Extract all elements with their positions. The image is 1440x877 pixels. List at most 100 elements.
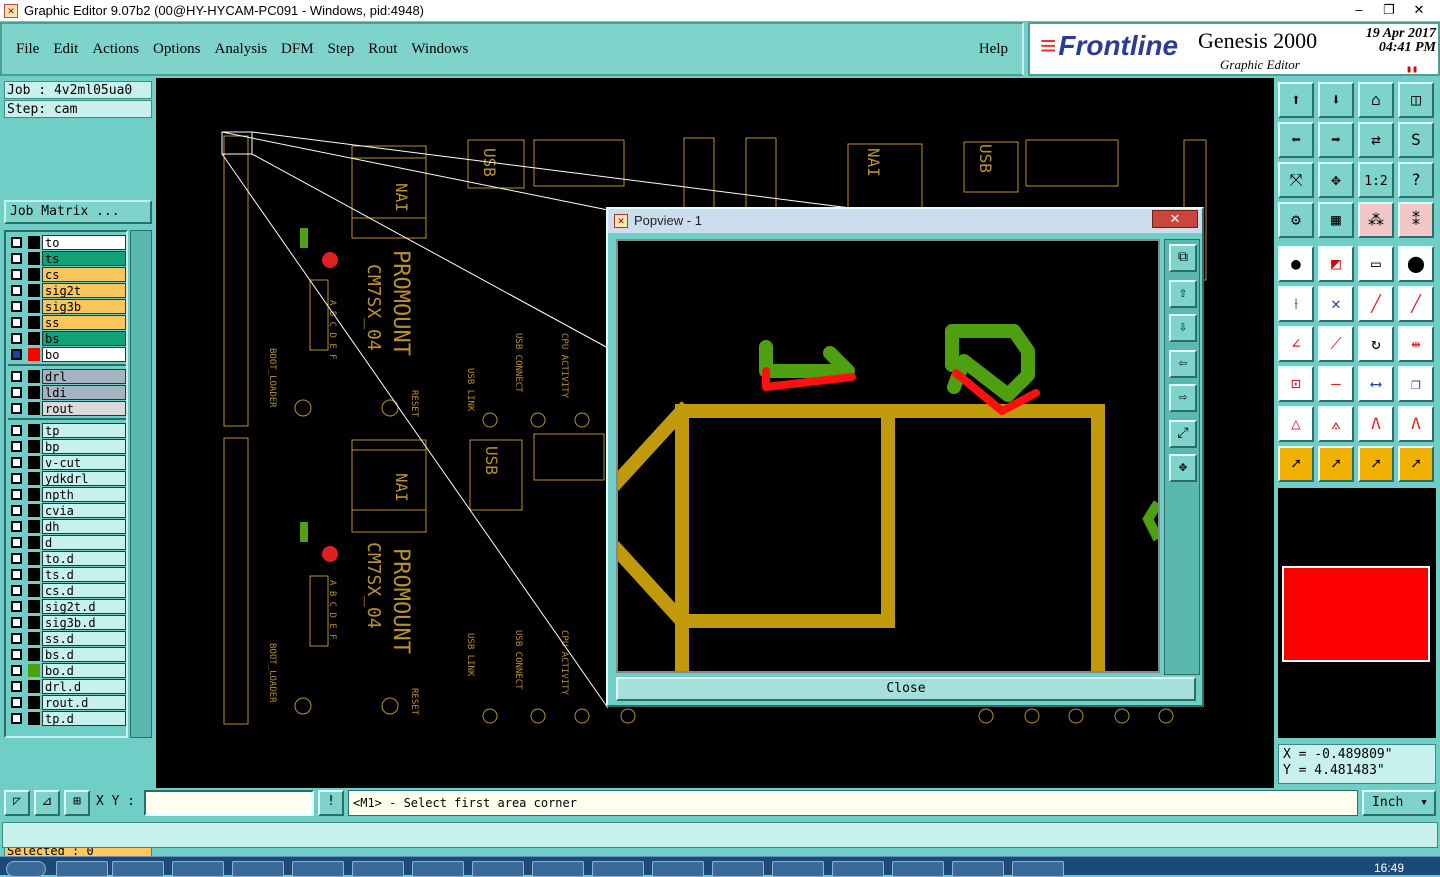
measure-mode-button[interactable]: ⊿ [34,790,60,816]
layer-checkbox[interactable] [11,617,22,628]
unit-selector[interactable]: Inch ▾ [1362,790,1436,816]
tool-pan-top-button[interactable]: ⬆ [1278,82,1314,118]
tool-redraw-button[interactable]: S [1398,122,1434,158]
popview-pan-right-button[interactable]: ⇨ [1169,384,1197,412]
popview-zoom-out-button[interactable]: ⤢ [1169,420,1197,448]
layer-row-sig3b-d[interactable]: sig3b.d [8,615,126,630]
layer-row-sig2t-d[interactable]: sig2t.d [8,599,126,614]
popview-zoom-in-button[interactable]: ✥ [1169,454,1197,482]
layer-list-scrollbar[interactable] [130,230,152,738]
layer-color-swatch[interactable] [28,648,40,661]
tool-snap-alt-button[interactable]: ⁑ [1398,202,1434,238]
menu-analysis[interactable]: Analysis [215,41,268,58]
layer-row-sig3b[interactable]: sig3b [8,299,126,314]
tool-pan-left-button[interactable]: ⬅ [1278,122,1314,158]
tool-zoom-ratio-button[interactable]: 1:2 [1358,162,1394,198]
tool-dimension-button[interactable]: ⟷ [1358,366,1394,402]
layer-color-swatch[interactable] [28,664,40,677]
popview-close-x-button[interactable]: ✕ [1152,210,1198,228]
tool-hline-button[interactable]: — [1318,366,1354,402]
layer-checkbox[interactable] [11,537,22,548]
tool-select-net-button[interactable]: ➚ [1398,446,1434,482]
layer-row-to-d[interactable]: to.d [8,551,126,566]
layer-color-swatch[interactable] [28,348,40,361]
tool-split-view-button[interactable]: ◫ [1398,82,1434,118]
layer-color-swatch[interactable] [28,332,40,345]
layer-color-swatch[interactable] [28,504,40,517]
tool-circle-button[interactable]: ⬤ [1398,246,1434,282]
layer-checkbox[interactable] [11,403,22,414]
tool-line-button[interactable]: ╱ [1358,286,1394,322]
layer-color-swatch[interactable] [28,536,40,549]
tool-select-polygon-button[interactable]: ➚ [1358,446,1394,482]
layer-checkbox[interactable] [11,473,22,484]
popview-close-button[interactable]: Close [616,677,1196,701]
layer-checkbox[interactable] [11,285,22,296]
xy-input[interactable] [144,790,314,816]
window-close-button[interactable]: ✕ [1404,0,1434,21]
layer-color-swatch[interactable] [28,268,40,281]
layer-row-bp[interactable]: bp [8,439,126,454]
layer-row-npth[interactable]: npth [8,487,126,502]
layer-checkbox[interactable] [11,425,22,436]
popview-canvas[interactable] [616,239,1160,673]
menu-options[interactable]: Options [153,41,201,58]
tool-slash-button[interactable]: ⟋ [1318,326,1354,362]
layer-color-swatch[interactable] [28,370,40,383]
layer-color-swatch[interactable] [28,236,40,249]
tool-select-button[interactable]: ➚ [1278,446,1314,482]
layer-color-swatch[interactable] [28,424,40,437]
tool-home-button[interactable]: ⌂ [1358,82,1394,118]
layer-row-drl-d[interactable]: drl.d [8,679,126,694]
layer-checkbox[interactable] [11,569,22,580]
layer-checkbox[interactable] [11,681,22,692]
layer-color-swatch[interactable] [28,440,40,453]
tool-pan-bottom-button[interactable]: ⬇ [1318,82,1354,118]
tool-snap-point-button[interactable]: ⊡ [1278,366,1314,402]
layer-color-swatch[interactable] [28,552,40,565]
layer-row-ts[interactable]: ts [8,251,126,266]
layer-checkbox[interactable] [11,371,22,382]
layer-color-swatch[interactable] [28,696,40,709]
tool-apex-button[interactable]: Λ [1358,406,1394,442]
layer-color-swatch[interactable] [28,584,40,597]
tool-measure-button[interactable]: ▭ [1358,246,1394,282]
layer-row-ss-d[interactable]: ss.d [8,631,126,646]
layer-checkbox[interactable] [11,633,22,644]
tool-mirror-button[interactable]: ⇹ [1398,326,1434,362]
menu-dfm[interactable]: DFM [281,41,314,58]
tool-pan-right-button[interactable]: ➡ [1318,122,1354,158]
tool-connect-button[interactable]: ⟊ [1278,286,1314,322]
menu-edit[interactable]: Edit [53,41,78,58]
tool-pad-button[interactable]: ● [1278,246,1314,282]
layer-checkbox[interactable] [11,649,22,660]
layer-row-cs[interactable]: cs [8,267,126,282]
layer-checkbox[interactable] [11,665,22,676]
layer-checkbox[interactable] [11,553,22,564]
layer-row-rout-d[interactable]: rout.d [8,695,126,710]
layer-row-cvia[interactable]: cvia [8,503,126,518]
layer-row-ldi[interactable]: ldi [8,385,126,400]
layer-color-swatch[interactable] [28,456,40,469]
maximize-button[interactable]: ❐ [1374,0,1404,21]
execute-button[interactable]: ! [318,790,344,816]
tool-group-button[interactable]: ❐ [1398,366,1434,402]
layer-checkbox[interactable] [11,521,22,532]
layer-checkbox[interactable] [11,505,22,516]
layer-checkbox[interactable] [11,237,22,248]
job-matrix-button[interactable]: Job Matrix ... [4,200,152,224]
tool-color-button[interactable]: ◩ [1318,246,1354,282]
layer-row-tp[interactable]: tp [8,423,126,438]
layer-row-ts-d[interactable]: ts.d [8,567,126,582]
overview-window[interactable] [1278,488,1436,738]
layer-color-swatch[interactable] [28,680,40,693]
layer-row-sig2t[interactable]: sig2t [8,283,126,298]
layer-row-ss[interactable]: ss [8,315,126,330]
tool-line-alt-button[interactable]: ╱ [1398,286,1434,322]
layer-checkbox[interactable] [11,253,22,264]
layer-checkbox[interactable] [11,601,22,612]
layer-color-swatch[interactable] [28,386,40,399]
tool-snap-button[interactable]: ⁂ [1358,202,1394,238]
menu-file[interactable]: File [16,41,39,58]
tool-zoom-fit-button[interactable]: ⤧ [1278,162,1314,198]
